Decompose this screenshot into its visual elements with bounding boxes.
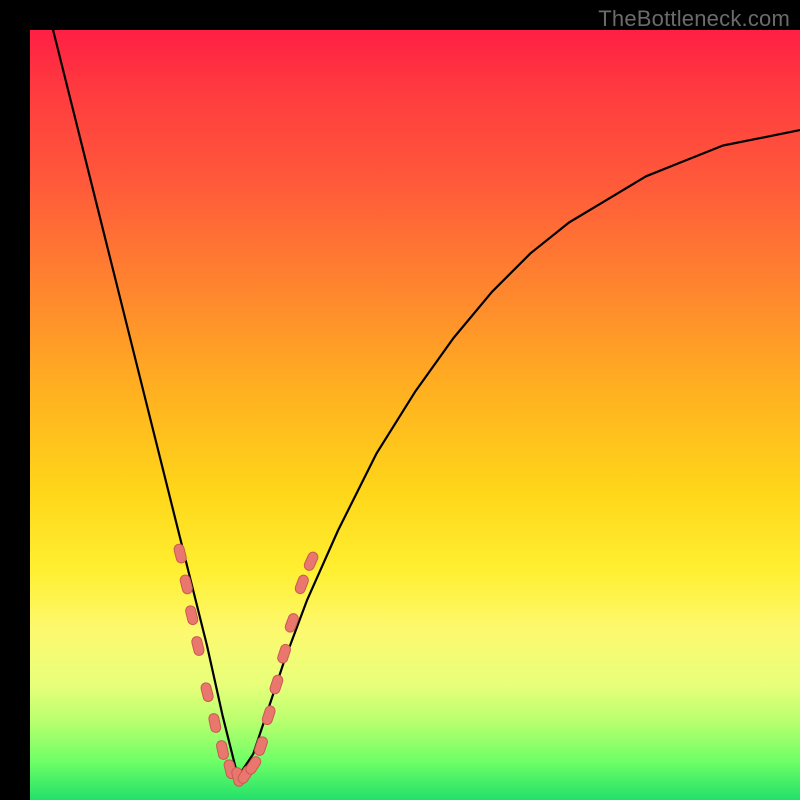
- data-marker: [261, 705, 276, 726]
- data-marker: [294, 574, 310, 595]
- data-marker: [179, 574, 193, 595]
- data-marker: [303, 551, 320, 572]
- plot-area: [30, 30, 800, 800]
- bottleneck-curve: [53, 30, 800, 777]
- chart-frame: TheBottleneck.com: [0, 0, 800, 800]
- data-marker: [284, 612, 300, 633]
- data-marker: [208, 713, 222, 734]
- data-marker: [191, 636, 205, 657]
- data-marker: [200, 682, 214, 703]
- data-marker: [276, 643, 291, 664]
- data-marker: [216, 740, 230, 761]
- curve-layer: [30, 30, 800, 800]
- watermark-text: TheBottleneck.com: [598, 6, 790, 32]
- data-marker: [173, 543, 187, 564]
- data-marker: [269, 674, 284, 695]
- data-marker: [253, 736, 268, 757]
